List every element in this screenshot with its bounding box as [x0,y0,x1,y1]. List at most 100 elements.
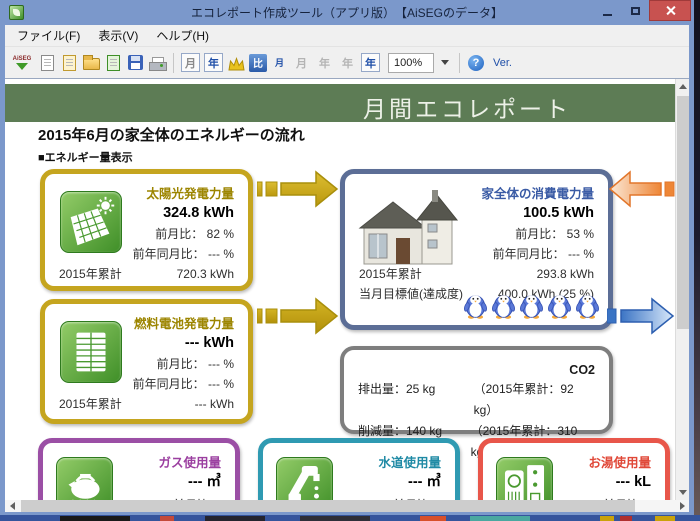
card-title: CO2 [569,363,595,377]
import-report-button[interactable] [60,54,78,72]
print-button[interactable] [148,54,167,72]
taskbar-item[interactable] [655,516,675,521]
minimize-button[interactable] [593,0,621,21]
taskbar-item[interactable] [620,516,632,521]
total-row: 2015年累計 --- kWh [59,397,234,411]
home-consumption-card: 家全体の消費電力量 100.5 kWh 前月比： 53 % 前年同月比： ---… [340,169,613,330]
menu-file[interactable]: ファイル(F) [17,27,80,44]
horizontal-scrollbar[interactable] [5,500,689,512]
taskbar-item[interactable] [300,516,370,521]
grid-sell-arrow [607,297,675,335]
window-title: エコレポート作成ツール（アプリ版） 【AiSEGのデータ】 [190,6,503,20]
grid-purchase-arrow [609,170,675,208]
menu-help[interactable]: ヘルプ(H) [156,27,209,44]
save-button[interactable] [126,54,144,72]
fuel-cell-icon [60,321,122,383]
report-banner-title: 月間エコレポート [363,96,571,122]
yearly-report-button[interactable]: 年 [204,53,223,72]
solar-panel-icon [60,191,122,253]
close-button[interactable] [649,0,691,21]
year-glyph: 年 [342,57,353,70]
chevron-down-icon [679,490,687,495]
help-icon: ? [468,54,484,71]
fuel-cell-flow-arrow [257,297,339,335]
taskbar-item[interactable] [160,516,174,521]
maximize-button[interactable] [621,0,649,21]
chevron-up-icon [679,84,687,89]
vertical-scrollbar-thumb[interactable] [677,96,689,329]
taskbar-item[interactable] [600,516,614,521]
monthly-report-button[interactable]: 月 [181,53,200,72]
taskbar-item[interactable] [60,516,130,521]
zoom-dropdown-button[interactable] [438,53,452,73]
toolbar-separator [173,52,174,73]
report-heading: 2015年6月の家全体のエネルギーの流れ [38,127,305,144]
document-green-icon [106,54,120,71]
compare-icon: 比 [249,53,267,72]
chevron-down-icon [441,60,449,65]
year-glyph: 年 [208,57,219,70]
co2-card: CO2 排出量：25 kg （2015年累計：92 kg） 削減量：140 kg （… [340,346,613,459]
printer-icon [149,56,167,71]
month-glyph: 月 [185,57,196,70]
report-banner: 月間エコレポート [5,84,675,122]
hot-water-usage-card: お湯使用量 --- kL 前月比： [478,438,670,500]
solar-generation-card: 太陽光発電力量 324.8 kWh 前月比： 82 % 前年同月比： --- %… [40,169,253,291]
year-disabled-button-1: 年 [315,53,334,72]
download-arrow-icon [16,62,28,70]
maximize-icon [630,6,640,15]
chevron-left-icon [9,502,15,510]
version-button[interactable]: Ver. [493,57,512,69]
house-image [358,188,464,273]
export-report-button[interactable] [104,54,122,72]
year-glyph: 年 [365,57,376,70]
help-button[interactable]: ? [467,54,485,72]
ranking-button[interactable] [227,55,245,73]
toolbar-separator [459,52,460,73]
taskbar-item[interactable] [205,516,265,521]
compare-button[interactable]: 比 [249,53,267,72]
month-circled-button[interactable]: 月 [271,54,288,71]
aiseg-data-button[interactable]: AiSEG [10,53,34,73]
crown-icon [227,56,245,70]
vertical-scrollbar[interactable] [675,79,689,500]
gas-usage-card: ガス使用量 --- ㎥ 前月比： [38,438,240,500]
month-glyph: 月 [274,58,284,68]
co2-emission-line: 排出量：25 kg （2015年累計：92 kg） [358,382,574,417]
scroll-up-button[interactable] [676,79,689,94]
report-document: 月間エコレポート 2015年6月の家全体のエネルギーの流れ ■エネルギー量表示 [5,78,689,500]
water-heater-icon [496,457,553,500]
water-faucet-icon [276,457,333,500]
floppy-icon [127,55,143,70]
horizontal-scrollbar-thumb[interactable] [21,500,635,512]
water-usage-card: 水道使用量 --- ㎥ 前月比： [258,438,460,500]
penguin-icon [575,290,600,325]
penguin-icon [519,290,544,325]
year-disabled-button-2: 年 [338,53,357,72]
document-yellow-icon [62,54,76,71]
folder-icon [82,55,100,70]
scroll-left-button[interactable] [5,500,19,512]
taskbar-item[interactable] [470,516,530,521]
open-file-button[interactable] [82,54,100,72]
scroll-right-button[interactable] [675,500,689,512]
penguin-icon [491,290,516,325]
zoom-level-select[interactable]: 100% [388,52,434,73]
taskbar[interactable] [0,515,700,521]
gas-kettle-icon [56,457,113,500]
report-subheading: ■エネルギー量表示 [38,152,133,164]
menu-view[interactable]: 表示(V) [98,27,138,44]
aiseg-label: AiSEG [12,55,32,62]
menubar: ファイル(F) 表示(V) ヘルプ(H) [5,25,689,47]
titlebar[interactable]: エコレポート作成ツール（アプリ版） 【AiSEGのデータ】 [5,0,691,25]
month-disabled-button: 月 [292,53,311,72]
taskbar-item[interactable] [420,516,446,521]
minimize-icon [602,13,612,16]
penguin-icon [463,290,488,325]
fuel-cell-generation-card: 燃料電池発電力量 --- kWh 前月比： --- % 前年同月比： --- %… [40,299,253,424]
scroll-down-button[interactable] [676,485,689,500]
toolbar: AiSEG 月 年 比 月 月 年 年 年 100% ? Ver. [5,47,689,78]
year-edit-button[interactable]: 年 [361,53,380,72]
penguin-icon [547,290,572,325]
new-report-button[interactable] [38,54,56,72]
